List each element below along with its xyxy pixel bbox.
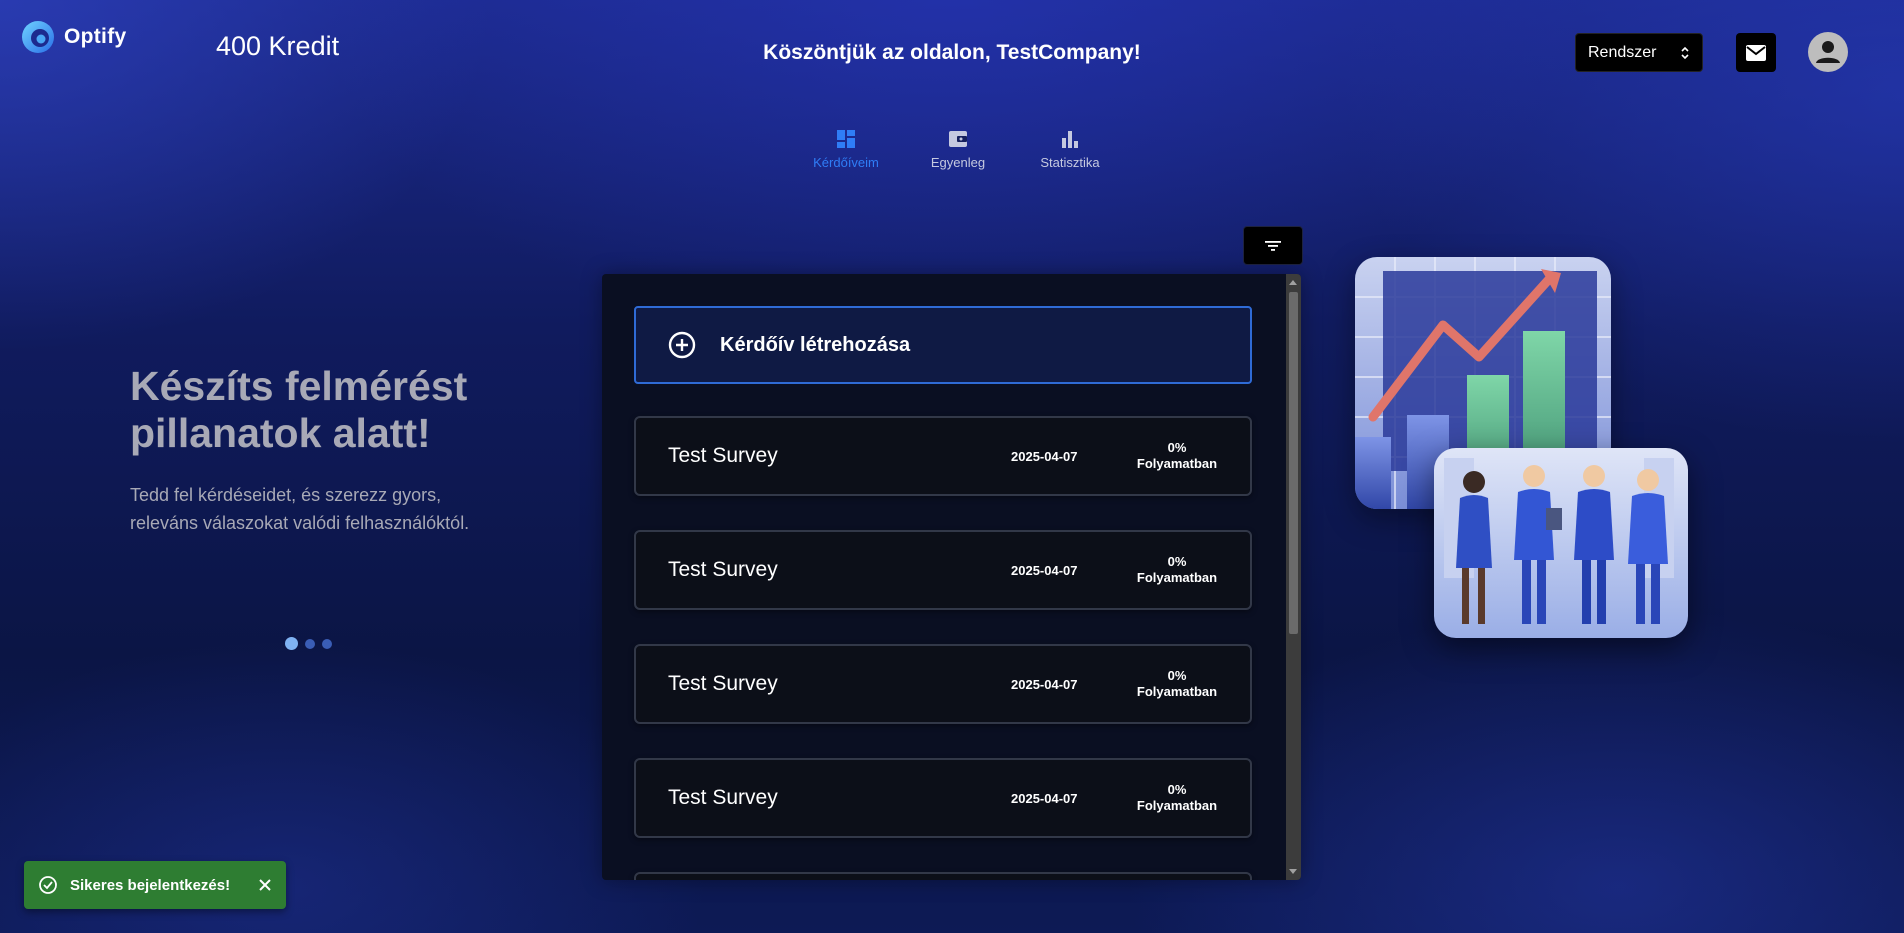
survey-state: Folyamatban — [1136, 684, 1218, 699]
tab-statisztika[interactable]: Statisztika — [1014, 128, 1126, 170]
system-select-value: Rendszer — [1588, 43, 1657, 61]
user-icon — [1816, 41, 1840, 63]
add-circle-icon — [668, 331, 696, 359]
survey-date: 2025-04-07 — [1011, 448, 1078, 464]
tab-label: Egyenleg — [930, 155, 986, 170]
survey-progress: 0% — [1167, 668, 1187, 683]
survey-status: 0% Folyamatban — [1136, 554, 1218, 586]
tab-label: Kérdőíveim — [813, 155, 879, 170]
survey-card[interactable] — [634, 872, 1252, 880]
filter-button[interactable] — [1243, 226, 1303, 265]
create-survey-button[interactable]: Kérdőív létrehozása — [634, 306, 1252, 384]
wallet-icon — [949, 131, 967, 147]
close-icon[interactable] — [258, 878, 272, 892]
survey-status: 0% Folyamatban — [1136, 668, 1218, 700]
survey-state: Folyamatban — [1136, 570, 1218, 585]
mail-button[interactable] — [1736, 33, 1776, 72]
survey-card[interactable]: Test Survey 2025-04-07 0% Folyamatban — [634, 644, 1252, 724]
survey-progress: 0% — [1167, 782, 1187, 797]
survey-date: 2025-04-07 — [1011, 790, 1078, 806]
business-team-illustration — [1434, 448, 1688, 638]
survey-card[interactable]: Test Survey 2025-04-07 0% Folyamatban — [634, 416, 1252, 496]
main-tabs: Kérdőíveim Egyenleg Statisztika — [790, 128, 1126, 170]
survey-state: Folyamatban — [1136, 456, 1218, 471]
survey-status: 0% Folyamatban — [1136, 440, 1218, 472]
carousel-dot[interactable] — [305, 638, 315, 649]
carousel-dots — [285, 637, 332, 650]
success-toast: Sikeres bejelentkezés! — [24, 861, 286, 909]
toast-message: Sikeres bejelentkezés! — [70, 876, 231, 894]
survey-date: 2025-04-07 — [1011, 676, 1078, 692]
survey-progress: 0% — [1167, 440, 1187, 455]
scroll-thumb[interactable] — [1289, 292, 1298, 634]
avatar[interactable] — [1808, 32, 1848, 72]
mail-icon — [1746, 44, 1766, 61]
dashboard-icon — [837, 130, 855, 148]
filter-icon — [1265, 240, 1281, 251]
survey-progress: 0% — [1167, 554, 1187, 569]
scroll-up-arrow-icon[interactable] — [1289, 280, 1297, 285]
create-survey-label: Kérdőív létrehozása — [720, 333, 911, 356]
system-select[interactable]: Rendszer — [1575, 33, 1703, 72]
scroll-down-arrow-icon[interactable] — [1289, 869, 1297, 874]
tab-label: Statisztika — [1040, 155, 1100, 170]
hero-title: Készíts felmérést pillanatok alatt! — [130, 363, 468, 456]
unfold-icon — [1681, 46, 1689, 59]
tab-kerdoiveim[interactable]: Kérdőíveim — [790, 128, 902, 170]
carousel-dot[interactable] — [285, 637, 298, 650]
survey-card[interactable]: Test Survey 2025-04-07 0% Folyamatban — [634, 758, 1252, 838]
survey-list[interactable]: Kérdőív létrehozása Test Survey 2025-04-… — [602, 274, 1301, 880]
survey-state: Folyamatban — [1136, 798, 1218, 813]
survey-date: 2025-04-07 — [1011, 562, 1078, 578]
carousel-dot[interactable] — [322, 638, 332, 649]
hero-subtitle: Tedd fel kérdéseidet, és szerezz gyors, … — [130, 485, 470, 533]
survey-card[interactable]: Test Survey 2025-04-07 0% Folyamatban — [634, 530, 1252, 610]
bar-chart-icon — [1062, 131, 1078, 148]
survey-status: 0% Folyamatban — [1136, 782, 1218, 814]
check-circle-icon — [39, 876, 57, 894]
list-scrollbar[interactable] — [1286, 274, 1301, 880]
tab-egyenleg[interactable]: Egyenleg — [902, 128, 1014, 170]
